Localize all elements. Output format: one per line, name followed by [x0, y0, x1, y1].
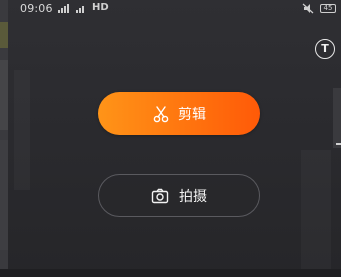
- edit-button-label: 剪辑: [178, 106, 206, 123]
- background-panel: [14, 70, 30, 190]
- status-bar: 09:06 HD 45: [0, 0, 341, 18]
- text-tool-button[interactable]: T: [315, 39, 335, 59]
- shoot-button-label: 拍摄: [179, 188, 207, 205]
- scissors-icon: [152, 105, 170, 123]
- signal-icon: [76, 4, 84, 13]
- background-panel: [301, 150, 331, 270]
- edit-button[interactable]: 剪辑: [98, 92, 260, 135]
- bottom-bar: [0, 269, 341, 277]
- battery-indicator: 45: [320, 4, 336, 13]
- camera-icon: [151, 188, 169, 204]
- network-type: HD: [92, 2, 109, 13]
- mute-icon: [302, 3, 314, 14]
- background-content-right: [333, 88, 341, 148]
- status-time: 09:06: [20, 2, 53, 15]
- signal-icon: [58, 4, 69, 13]
- background-content-left: [0, 0, 8, 277]
- shoot-button[interactable]: 拍摄: [98, 174, 260, 217]
- edge-marker: [336, 143, 341, 145]
